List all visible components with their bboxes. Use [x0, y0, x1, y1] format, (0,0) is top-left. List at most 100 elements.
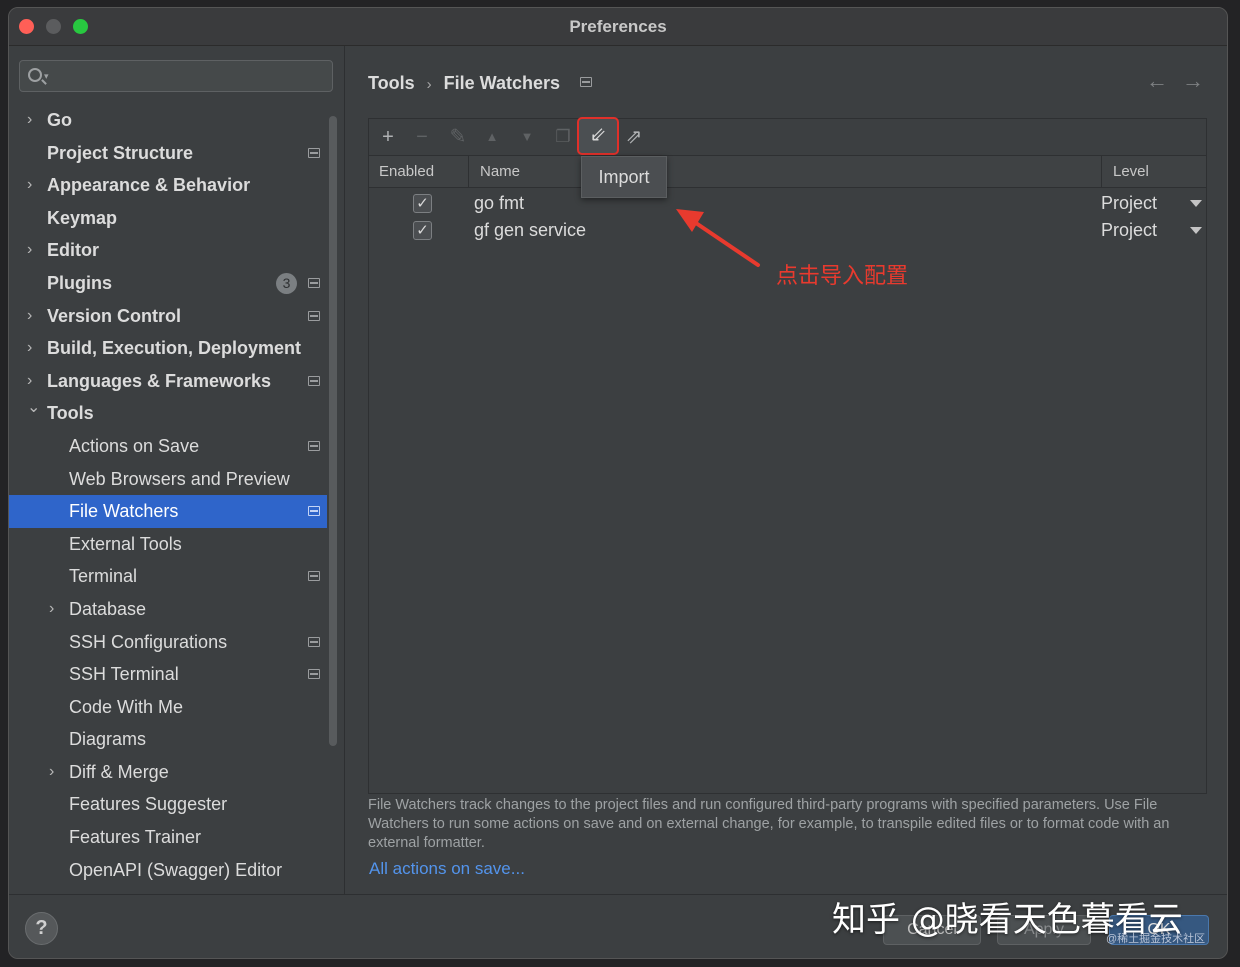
- level-dropdown-icon[interactable]: [1190, 227, 1202, 234]
- sidebar-item-label: SSH Configurations: [69, 631, 228, 652]
- chevron-right-icon[interactable]: ›: [27, 332, 32, 365]
- sidebar-item-web-browsers-and-preview[interactable]: Web Browsers and Preview: [9, 463, 327, 496]
- sidebar-item-label: OpenAPI (Swagger) Editor: [69, 859, 283, 880]
- back-arrow-icon[interactable]: ←: [1146, 68, 1168, 94]
- sidebar-item-label: Database: [69, 598, 147, 619]
- project-scope-icon: [308, 571, 320, 582]
- search-options-chevron-icon[interactable]: ▾: [44, 71, 49, 82]
- sidebar-item-label: Build, Execution, Deployment: [47, 338, 302, 359]
- sidebar-item-code-with-me[interactable]: Code With Me: [9, 691, 327, 724]
- file-watchers-panel: + − ✎ ▲ ▼ ❐ ⇙ ⇗ Import Enabled Name Leve…: [368, 117, 1208, 794]
- sidebar-item-tools[interactable]: ⌄ Tools: [9, 397, 327, 430]
- chevron-right-icon[interactable]: ›: [27, 300, 32, 333]
- sidebar-item-openapi-swagger-editor[interactable]: OpenAPI (Swagger) Editor: [9, 854, 327, 887]
- chevron-right-icon[interactable]: ›: [27, 104, 32, 137]
- watcher-name: go fmt: [474, 193, 525, 213]
- move-down-button[interactable]: ▼: [514, 124, 540, 150]
- copy-watcher-button[interactable]: ❐: [550, 124, 576, 150]
- sidebar-item-features-suggester[interactable]: Features Suggester: [9, 788, 327, 821]
- sidebar-item-ssh-terminal[interactable]: SSH Terminal: [9, 658, 327, 691]
- table-row[interactable]: ✓ go fmt Project: [369, 190, 1206, 217]
- sidebar-item-keymap[interactable]: Keymap: [9, 202, 327, 235]
- sidebar-item-editor[interactable]: › Editor: [9, 234, 327, 267]
- breadcrumb-parent[interactable]: Tools: [368, 73, 415, 93]
- import-tooltip: Import: [581, 156, 667, 198]
- sidebar-item-terminal[interactable]: Terminal: [9, 560, 327, 593]
- column-header-enabled[interactable]: Enabled: [369, 156, 469, 187]
- project-scope-icon: [308, 310, 320, 321]
- all-actions-on-save-link[interactable]: All actions on save...: [369, 859, 525, 879]
- project-scope-icon: [308, 147, 320, 158]
- project-scope-icon: [308, 636, 320, 647]
- title-bar: Preferences: [9, 8, 1227, 46]
- sidebar-item-label: Features Trainer: [69, 827, 202, 848]
- sidebar-item-features-trainer[interactable]: Features Trainer: [9, 821, 327, 854]
- project-scope-icon: [308, 669, 320, 680]
- import-button[interactable]: ⇙: [577, 117, 619, 155]
- sidebar-item-label: Appearance & Behavior: [47, 175, 251, 196]
- sidebar-item-version-control[interactable]: › Version Control: [9, 300, 327, 333]
- edit-watcher-button[interactable]: ✎: [445, 124, 471, 150]
- sidebar-item-label: Plugins: [47, 272, 113, 293]
- sidebar-item-label: Keymap: [47, 207, 118, 228]
- sidebar-item-label: Code With Me: [69, 696, 184, 717]
- enabled-checkbox[interactable]: ✓: [413, 221, 432, 240]
- sidebar-item-label: Tools: [47, 403, 94, 424]
- project-scope-icon: [308, 440, 320, 451]
- column-header-level[interactable]: Level: [1103, 156, 1208, 187]
- chevron-right-icon[interactable]: ›: [27, 169, 32, 202]
- watcher-level-select[interactable]: Project: [1101, 217, 1157, 244]
- sidebar-item-external-tools[interactable]: External Tools: [9, 528, 327, 561]
- watcher-level-select[interactable]: Project: [1101, 190, 1157, 217]
- sidebar-item-diff-merge[interactable]: › Diff & Merge: [9, 756, 327, 789]
- chevron-right-icon[interactable]: ›: [49, 756, 54, 789]
- sidebar-item-languages-frameworks[interactable]: › Languages & Frameworks: [9, 365, 327, 398]
- sidebar-item-project-structure[interactable]: Project Structure: [9, 137, 327, 170]
- sidebar-item-label: Version Control: [47, 305, 182, 326]
- sidebar-item-go[interactable]: › Go: [9, 104, 327, 137]
- settings-content: Tools › File Watchers ← → + − ✎ ▲ ▼ ❐ ⇙ ⇗ …: [346, 46, 1227, 894]
- project-scope-icon: [308, 506, 320, 517]
- export-button[interactable]: ⇗: [621, 124, 647, 150]
- chevron-right-icon[interactable]: ›: [49, 593, 54, 626]
- enabled-checkbox[interactable]: ✓: [413, 194, 432, 213]
- sidebar-item-label: External Tools: [69, 533, 182, 554]
- sidebar-item-label: Project Structure: [47, 142, 194, 163]
- sidebar-scrollbar[interactable]: [329, 116, 337, 746]
- sidebar-item-plugins[interactable]: Plugins 3: [9, 267, 327, 300]
- sidebar-item-label: File Watchers: [69, 501, 179, 522]
- annotation-text: 点击导入配置: [776, 264, 909, 289]
- sidebar-item-actions-on-save[interactable]: Actions on Save: [9, 430, 327, 463]
- sidebar-item-label: Languages & Frameworks: [47, 370, 272, 391]
- sidebar-item-label: Editor: [47, 240, 99, 261]
- settings-sidebar: ▾ › Go Project Structure › Appearance & Beha…: [9, 46, 345, 894]
- sidebar-item-label: Terminal: [69, 566, 138, 587]
- sidebar-item-label: Web Browsers and Preview: [69, 468, 290, 489]
- help-button[interactable]: ?: [25, 912, 58, 945]
- move-up-button[interactable]: ▲: [479, 124, 505, 150]
- sidebar-item-diagrams[interactable]: Diagrams: [9, 723, 327, 756]
- watcher-name: gf gen service: [474, 220, 587, 240]
- sidebar-item-label: Actions on Save: [69, 435, 200, 456]
- table-row[interactable]: ✓ gf gen service Project: [369, 217, 1206, 244]
- sidebar-item-file-watchers[interactable]: File Watchers: [9, 495, 327, 528]
- sidebar-item-ssh-configurations[interactable]: SSH Configurations: [9, 626, 327, 659]
- settings-tree: › Go Project Structure › Appearance & Behavi…: [9, 104, 327, 886]
- column-header-name[interactable]: Name: [470, 156, 1102, 187]
- sidebar-item-appearance-behavior[interactable]: › Appearance & Behavior: [9, 169, 327, 202]
- chevron-right-icon[interactable]: ›: [27, 234, 32, 267]
- project-scope-icon: [580, 77, 593, 87]
- forward-arrow-icon[interactable]: →: [1182, 68, 1204, 94]
- remove-watcher-button[interactable]: −: [409, 124, 435, 150]
- sidebar-item-database[interactable]: › Database: [9, 593, 327, 626]
- level-dropdown-icon[interactable]: [1190, 200, 1202, 207]
- add-watcher-button[interactable]: +: [375, 124, 401, 150]
- settings-search-input[interactable]: ▾: [19, 60, 333, 92]
- sidebar-item-label: SSH Terminal: [69, 664, 179, 685]
- sidebar-item-build-execution-deployment[interactable]: › Build, Execution, Deployment: [9, 332, 327, 365]
- breadcrumb-separator-icon: ›: [426, 76, 432, 93]
- search-icon: [28, 68, 42, 82]
- breadcrumb-current: File Watchers: [443, 73, 561, 93]
- chevron-down-icon[interactable]: ⌄: [27, 392, 40, 425]
- watermark-sub: @稀土掘金技术社区: [1106, 933, 1206, 945]
